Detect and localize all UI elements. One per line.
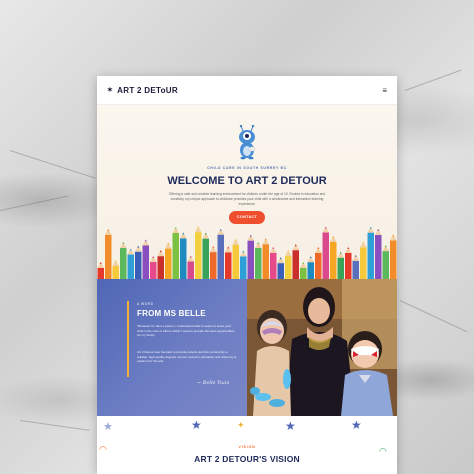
pencil-illustration bbox=[135, 245, 142, 280]
family-photo bbox=[247, 279, 397, 416]
pencil-illustration bbox=[195, 226, 202, 280]
about-paragraph-2: Art 2 Detour was founded to provide pare… bbox=[137, 350, 237, 364]
pencil-illustration bbox=[127, 248, 134, 280]
pencil-illustration bbox=[300, 261, 307, 280]
pencil-illustration bbox=[165, 242, 172, 280]
pencil-illustration bbox=[180, 232, 187, 280]
about-kicker: A WORD bbox=[137, 302, 154, 306]
pencil-illustration bbox=[142, 239, 149, 280]
pencil-illustration bbox=[255, 241, 262, 280]
pencil-illustration bbox=[277, 257, 284, 280]
pencil-illustration bbox=[292, 244, 299, 280]
pencil-illustration bbox=[360, 241, 367, 280]
vision-title: ART 2 DETOUR'S VISION bbox=[194, 454, 300, 464]
about-paragraph-1: "Because I'm also a parent, I understand… bbox=[137, 324, 235, 338]
pencil-illustration bbox=[330, 235, 337, 280]
brand-name: ART 2 DEToUR bbox=[117, 85, 178, 95]
vision-kicker: VISION bbox=[238, 445, 256, 449]
pencil-illustration bbox=[315, 246, 322, 280]
accent-bar bbox=[127, 301, 129, 377]
pencil-illustration bbox=[232, 238, 239, 280]
hero-description: Offering a safe and creative learning en… bbox=[168, 192, 326, 206]
pencil-illustration bbox=[382, 245, 389, 280]
pencil-illustration bbox=[217, 228, 224, 280]
star-icon: ✶ bbox=[107, 87, 114, 94]
colored-pencils-illustration bbox=[97, 226, 397, 280]
hero-tagline: CHILD CARE IN SOUTH SURREY BC bbox=[207, 166, 287, 170]
website-mockup: ✶ ART 2 DEToUR ≡ CHILD CARE IN SOUTH SUR… bbox=[97, 76, 397, 474]
pencil-illustration bbox=[225, 246, 232, 280]
pencil-illustration bbox=[157, 250, 164, 280]
star-decoration-icon: ★ bbox=[285, 419, 296, 433]
pencil-illustration bbox=[345, 246, 352, 280]
pencil-illustration bbox=[105, 228, 112, 280]
pencil-illustration bbox=[337, 251, 344, 280]
about-text-panel: A WORD FROM MS BELLE "Because I'm also a… bbox=[97, 279, 247, 416]
pencil-illustration bbox=[172, 227, 179, 280]
pencil-illustration bbox=[352, 254, 359, 280]
brand-logo[interactable]: ✶ ART 2 DEToUR bbox=[107, 86, 178, 95]
about-title: FROM MS BELLE bbox=[137, 309, 206, 318]
pencil-illustration bbox=[247, 234, 254, 280]
pencil-illustration bbox=[367, 226, 374, 280]
pencil-illustration bbox=[262, 238, 269, 280]
blue-monster-mascot-icon bbox=[239, 125, 256, 160]
hero-section: CHILD CARE IN SOUTH SURREY BC WELCOME TO… bbox=[97, 105, 397, 280]
pencil-illustration bbox=[285, 250, 292, 280]
pencil-illustration bbox=[210, 246, 217, 280]
signature: ~ Belle Yuan bbox=[197, 380, 230, 386]
pencil-illustration bbox=[150, 256, 157, 280]
hamburger-menu-icon[interactable]: ≡ bbox=[382, 86, 387, 95]
pencil-illustration bbox=[390, 234, 397, 280]
star-decoration-icon: ★ bbox=[351, 418, 362, 432]
pencil-illustration bbox=[97, 262, 104, 280]
hero-title: WELCOME TO ART 2 DETOUR bbox=[167, 175, 327, 187]
pencil-illustration bbox=[307, 256, 314, 280]
pencil-illustration bbox=[270, 246, 277, 280]
star-decoration-icon: ★ bbox=[191, 418, 202, 432]
about-section: A WORD FROM MS BELLE "Because I'm also a… bbox=[97, 279, 397, 416]
pencil-illustration bbox=[187, 255, 194, 280]
vision-section: ★ ★ ✦ ★ ★ ◠ ◠ VISION ART 2 DETOUR'S VISI… bbox=[97, 416, 397, 474]
star-decoration-icon: ✦ bbox=[237, 420, 245, 430]
pencil-illustration bbox=[120, 241, 127, 280]
pencil-illustration bbox=[202, 232, 209, 280]
pencil-illustration bbox=[112, 259, 119, 280]
star-decoration-icon: ★ bbox=[103, 421, 113, 433]
pencil-illustration bbox=[322, 226, 329, 280]
pencil-illustration bbox=[240, 250, 247, 280]
top-navbar: ✶ ART 2 DEToUR ≡ bbox=[97, 76, 397, 105]
pencil-illustration bbox=[375, 228, 382, 280]
